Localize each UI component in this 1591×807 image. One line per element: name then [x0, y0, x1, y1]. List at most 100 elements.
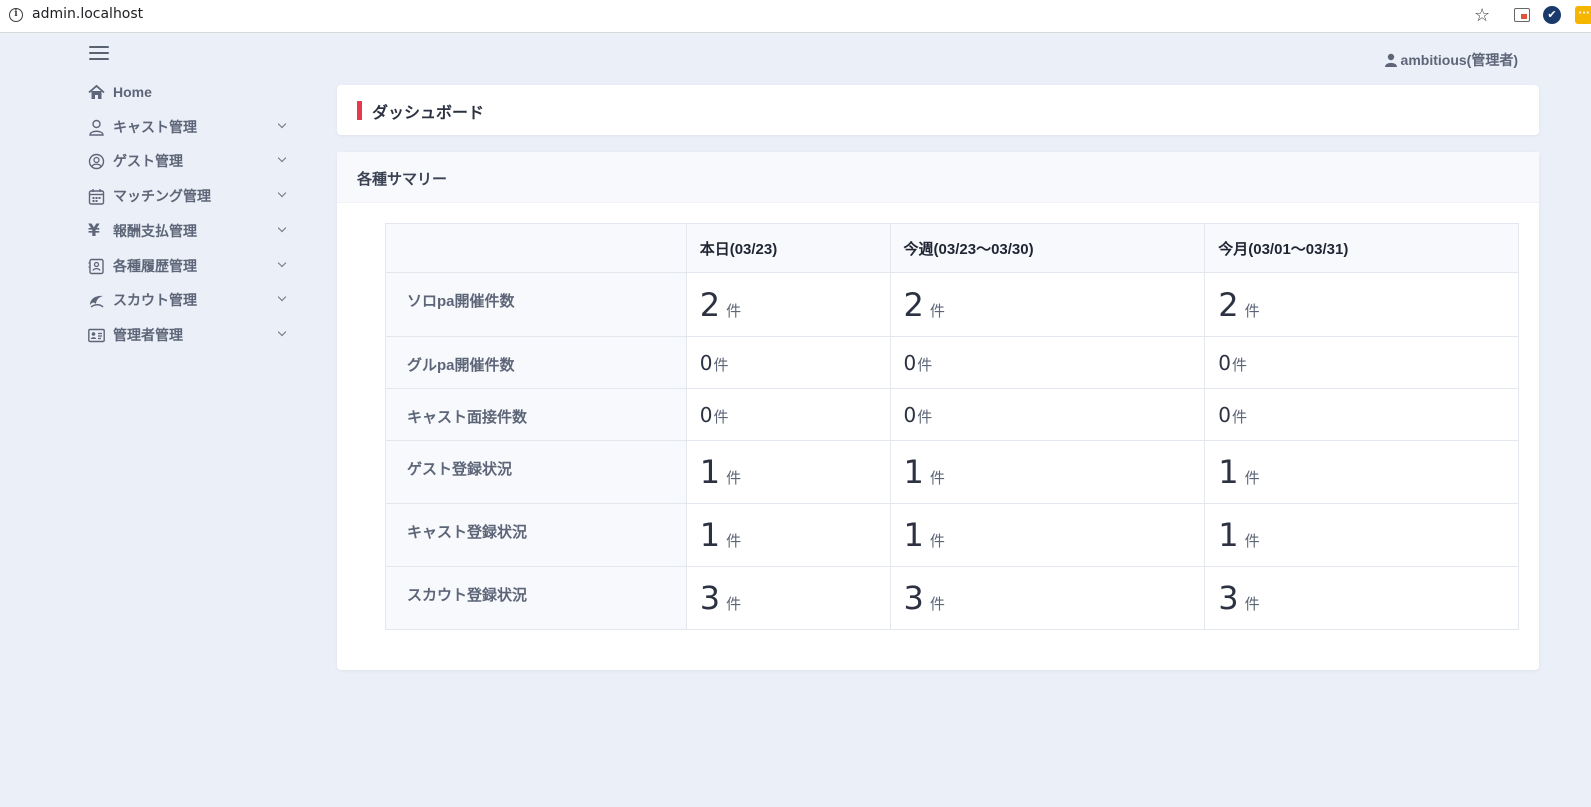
- row-label: ゲスト登録状況: [385, 440, 687, 504]
- row-label: ソロpa開催件数: [385, 272, 687, 337]
- count-unit: 件: [726, 596, 742, 613]
- url-text[interactable]: admin.localhost: [32, 6, 143, 22]
- hamburger-menu-icon[interactable]: [89, 46, 109, 62]
- count-value: 0: [1218, 350, 1231, 375]
- table-cell: 1件: [1204, 503, 1519, 567]
- extension-screen-icon[interactable]: [1514, 8, 1530, 22]
- count-value: 1: [699, 516, 721, 554]
- count-value: 2: [1218, 285, 1239, 324]
- chevron-down-icon: [277, 119, 287, 129]
- count-value: 2: [699, 285, 721, 324]
- user-menu[interactable]: ambitious(管理者): [1384, 50, 1518, 70]
- table-cell: 1件: [685, 503, 891, 567]
- table-row: ゲスト登録状況 1件 1件 1件: [385, 440, 1519, 504]
- chevron-down-icon: [277, 292, 287, 302]
- yen-icon: ¥: [88, 220, 100, 241]
- count-unit: 件: [1244, 596, 1260, 613]
- table-cell: 3件: [1204, 566, 1519, 630]
- table-cell: 2件: [1204, 272, 1519, 337]
- calendar-icon: [88, 188, 105, 205]
- summary-table: 本日(03/23) 今週(03/23〜03/30) 今月(03/01〜03/31…: [385, 223, 1519, 630]
- count-value: 1: [1218, 516, 1239, 554]
- table-cell: 0件: [889, 336, 1206, 389]
- count-unit: 件: [917, 408, 933, 426]
- count-unit: 件: [1244, 302, 1260, 320]
- sidebar-item-admin[interactable]: 管理者管理: [88, 320, 293, 350]
- sidebar-item-home[interactable]: Home: [88, 77, 293, 107]
- count-value: 1: [1218, 453, 1239, 491]
- extension-check-icon[interactable]: ✔: [1543, 6, 1561, 24]
- summary-card: 各種サマリー 本日(03/23) 今週(03/23〜03/30) 今月(03/0…: [337, 152, 1539, 670]
- table-cell: 0件: [889, 388, 1206, 441]
- column-header-month: 今月(03/01〜03/31): [1204, 223, 1519, 273]
- sidebar-item-label: 報酬支払管理: [113, 223, 197, 239]
- count-unit: 件: [726, 470, 742, 487]
- table-cell: 2件: [889, 272, 1206, 337]
- table-header-row: 本日(03/23) 今週(03/23〜03/30) 今月(03/01〜03/31…: [385, 223, 1519, 273]
- count-unit: 件: [929, 596, 945, 613]
- table-row: グルpa開催件数 0件 0件 0件: [385, 336, 1519, 389]
- count-value: 2: [903, 285, 924, 324]
- count-value: 3: [1218, 579, 1239, 617]
- table-row: スカウト登録状況 3件 3件 3件: [385, 566, 1519, 630]
- table-row: キャスト登録状況 1件 1件 1件: [385, 503, 1519, 567]
- sidebar-item-matching[interactable]: マッチング管理: [88, 181, 293, 211]
- star-icon[interactable]: ☆: [1474, 5, 1490, 26]
- row-label: キャスト登録状況: [385, 503, 687, 567]
- sidebar-item-guest[interactable]: ゲスト管理: [88, 146, 293, 176]
- extension-menu-icon[interactable]: ···: [1575, 6, 1591, 24]
- chevron-down-icon: [277, 153, 287, 163]
- count-value: 0: [699, 402, 713, 427]
- sidebar-item-label: ゲスト管理: [113, 153, 183, 169]
- count-value: 1: [903, 516, 924, 554]
- chevron-down-icon: [277, 223, 287, 233]
- page-title: ダッシュボード: [372, 105, 485, 122]
- table-cell: 3件: [685, 566, 891, 630]
- sidebar-item-label: キャスト管理: [113, 119, 197, 135]
- table-cell: 0件: [1204, 388, 1519, 441]
- sidebar-item-scout[interactable]: スカウト管理: [88, 285, 293, 315]
- count-value: 3: [903, 579, 924, 617]
- table-cell: 0件: [685, 388, 891, 441]
- chevron-down-icon: [277, 327, 287, 337]
- row-label: グルpa開催件数: [385, 336, 687, 389]
- info-icon[interactable]: i: [9, 8, 23, 22]
- count-unit: 件: [726, 533, 742, 550]
- count-unit: 件: [726, 302, 742, 320]
- count-unit: 件: [929, 302, 945, 320]
- title-accent-bar: [357, 101, 362, 120]
- table-cell: 1件: [685, 440, 891, 504]
- sidebar: Home キャスト管理 ゲスト管理 マッチング管理 ¥ 報酬支払管理 各種履歴管…: [0, 33, 317, 807]
- count-value: 0: [903, 402, 917, 427]
- sidebar-item-payment[interactable]: ¥ 報酬支払管理: [88, 216, 293, 246]
- sidebar-item-label: マッチング管理: [113, 188, 211, 204]
- column-header-week: 今週(03/23〜03/30): [889, 223, 1206, 273]
- count-unit: 件: [1244, 470, 1260, 487]
- chevron-down-icon: [277, 188, 287, 198]
- sidebar-item-label: 管理者管理: [113, 327, 183, 343]
- table-row: キャスト面接件数 0件 0件 0件: [385, 388, 1519, 441]
- sidebar-item-label: Home: [113, 84, 152, 100]
- count-unit: 件: [917, 356, 933, 374]
- table-cell: 2件: [685, 272, 891, 337]
- count-value: 0: [699, 350, 713, 375]
- history-icon: [88, 258, 105, 275]
- user-icon: [88, 119, 105, 136]
- row-label: スカウト登録状況: [385, 566, 687, 630]
- id-card-icon: [88, 327, 105, 344]
- count-value: 0: [903, 350, 917, 375]
- count-unit: 件: [1231, 408, 1247, 426]
- sidebar-item-cast[interactable]: キャスト管理: [88, 112, 293, 142]
- sidebar-item-history[interactable]: 各種履歴管理: [88, 251, 293, 281]
- count-value: 3: [699, 579, 721, 617]
- scout-icon: [88, 292, 105, 309]
- count-unit: 件: [929, 533, 945, 550]
- home-icon: [88, 84, 105, 101]
- count-unit: 件: [713, 356, 729, 374]
- count-unit: 件: [1244, 533, 1260, 550]
- count-value: 1: [903, 453, 924, 491]
- table-cell: 0件: [685, 336, 891, 389]
- table-cell: 1件: [889, 440, 1206, 504]
- chevron-down-icon: [277, 258, 287, 268]
- sidebar-item-label: スカウト管理: [113, 292, 197, 308]
